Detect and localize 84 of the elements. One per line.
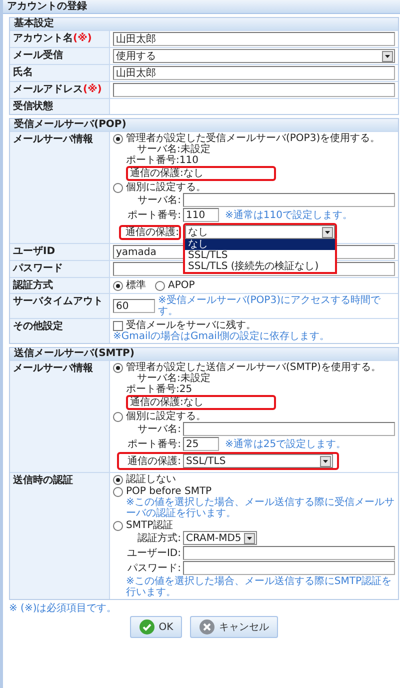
- section-header: 送信メールサーバ(SMTP): [10, 348, 398, 360]
- radio-button[interactable]: [113, 474, 123, 484]
- radio-label: SMTP認証: [126, 520, 174, 531]
- password-field[interactable]: [183, 561, 395, 575]
- section-header: 基本設定: [10, 18, 398, 30]
- dropdown[interactable]: SSL/TLS: [183, 454, 333, 468]
- text-field[interactable]: 山田太郎: [113, 32, 395, 46]
- timeout-field[interactable]: 60: [113, 299, 155, 313]
- field-label: ユーザーID:: [126, 548, 181, 558]
- server-name-field[interactable]: [183, 193, 395, 207]
- hint-text: ※受信メールサーバ(POP3)にアクセスする時間です。: [158, 295, 382, 317]
- field-label: 通信の保護:: [119, 224, 181, 240]
- radio-button[interactable]: [113, 362, 123, 372]
- hint-text: ※通常は25で設定します。: [225, 438, 346, 450]
- radio-label: 個別に設定する。: [126, 182, 206, 193]
- radio-label: 個別に設定する。: [126, 411, 206, 422]
- checkmark-icon: [138, 619, 155, 635]
- caret-icon: [382, 50, 393, 62]
- field-label: 通信の保護:: [126, 456, 181, 466]
- radio-label: POP before SMTP: [126, 486, 212, 497]
- page-title: アカウントの登録: [3, 0, 400, 14]
- row-label: メールアドレス(※): [10, 81, 110, 98]
- server-name-text: サーバ名:未設定: [137, 373, 212, 384]
- field-label: 認証方式:: [136, 532, 181, 544]
- checkbox-label: 受信メールをサーバに残す。: [126, 320, 256, 331]
- caret-icon: [320, 456, 331, 466]
- port-field[interactable]: 25: [183, 437, 219, 451]
- protection-text: 通信の保護:なし: [126, 395, 276, 410]
- text-field[interactable]: 山田太郎: [113, 66, 395, 80]
- row-label: 認証方式: [10, 277, 110, 293]
- row-label: メールサーバ情報: [10, 131, 110, 243]
- port-text: ポート番号:25: [126, 384, 194, 395]
- port-text: ポート番号:110: [126, 155, 200, 166]
- row-label: 受信状態: [10, 98, 110, 114]
- port-field[interactable]: 110: [183, 208, 219, 222]
- dropdown[interactable]: CRAM-MD5: [183, 531, 258, 545]
- cancel-button[interactable]: キャンセル: [190, 616, 278, 638]
- ok-button[interactable]: OK: [130, 616, 182, 638]
- caret-icon: [322, 226, 333, 238]
- text-field[interactable]: [113, 83, 395, 97]
- row-label: 氏名: [10, 64, 110, 81]
- hint-text: ※この値を選択した場合、メール送信する際に受信メールサーバの認証を行います。: [126, 497, 395, 519]
- radio-button[interactable]: [155, 280, 165, 290]
- row-label: アカウント名(※): [10, 30, 110, 47]
- radio-label: 認証しない: [126, 474, 176, 485]
- radio-button[interactable]: [113, 486, 123, 496]
- dropdown[interactable]: なし: [185, 225, 335, 239]
- radio-label: 管理者が設定した送信メールサーバ(SMTP)を使用する。: [126, 362, 381, 373]
- row-label: メール受信: [10, 47, 110, 64]
- footnote-text: ※ (※)は必須項目です。: [9, 603, 118, 614]
- dropdown-option[interactable]: なし: [185, 239, 335, 250]
- radio-button[interactable]: [113, 182, 123, 192]
- dropdown-option[interactable]: SSL/TLS (接続先の検証なし): [185, 261, 335, 272]
- row-label: その他設定: [10, 318, 110, 343]
- field-label: サーバ名:: [136, 194, 181, 206]
- radio-label: 管理者が設定した受信メールサーバ(POP3)を使用する。: [126, 133, 380, 144]
- hint-text: ※Gmailの場合はGmail側の設定に依存します。: [113, 331, 331, 342]
- user-id-field[interactable]: [183, 546, 395, 560]
- radio-label: APOP: [168, 280, 195, 291]
- radio-label: 標準: [126, 280, 146, 291]
- server-name-field[interactable]: [183, 422, 395, 436]
- close-icon: [199, 619, 216, 635]
- checkbox[interactable]: [113, 320, 123, 330]
- section-header: 受信メールサーバ(POP): [10, 119, 398, 131]
- radio-button[interactable]: [113, 412, 123, 422]
- dropdown[interactable]: 使用する: [113, 49, 395, 63]
- caret-icon: [244, 532, 256, 544]
- server-name-text: サーバ名:未設定: [137, 144, 212, 155]
- row-label: パスワード: [10, 260, 110, 277]
- row-label: サーバタイムアウト: [10, 293, 110, 318]
- field-label: ポート番号:: [126, 210, 181, 220]
- field-label: パスワード:: [126, 562, 181, 574]
- row-label: ユーザID: [10, 243, 110, 260]
- radio-button[interactable]: [113, 280, 123, 290]
- row-label: 送信時の認証: [10, 472, 110, 599]
- protection-text: 通信の保護:なし: [126, 166, 276, 181]
- row-label: メールサーバ情報: [10, 360, 110, 472]
- hint-text: ※この値を選択した場合、メール送信する際にSMTP認証を行います。: [126, 576, 392, 598]
- radio-button[interactable]: [113, 134, 123, 144]
- field-label: ポート番号:: [126, 438, 181, 450]
- dropdown-option[interactable]: SSL/TLS: [185, 250, 335, 261]
- hint-text: ※通常は110で設定します。: [225, 210, 352, 220]
- radio-button[interactable]: [113, 520, 123, 530]
- field-label: サーバ名:: [136, 424, 181, 434]
